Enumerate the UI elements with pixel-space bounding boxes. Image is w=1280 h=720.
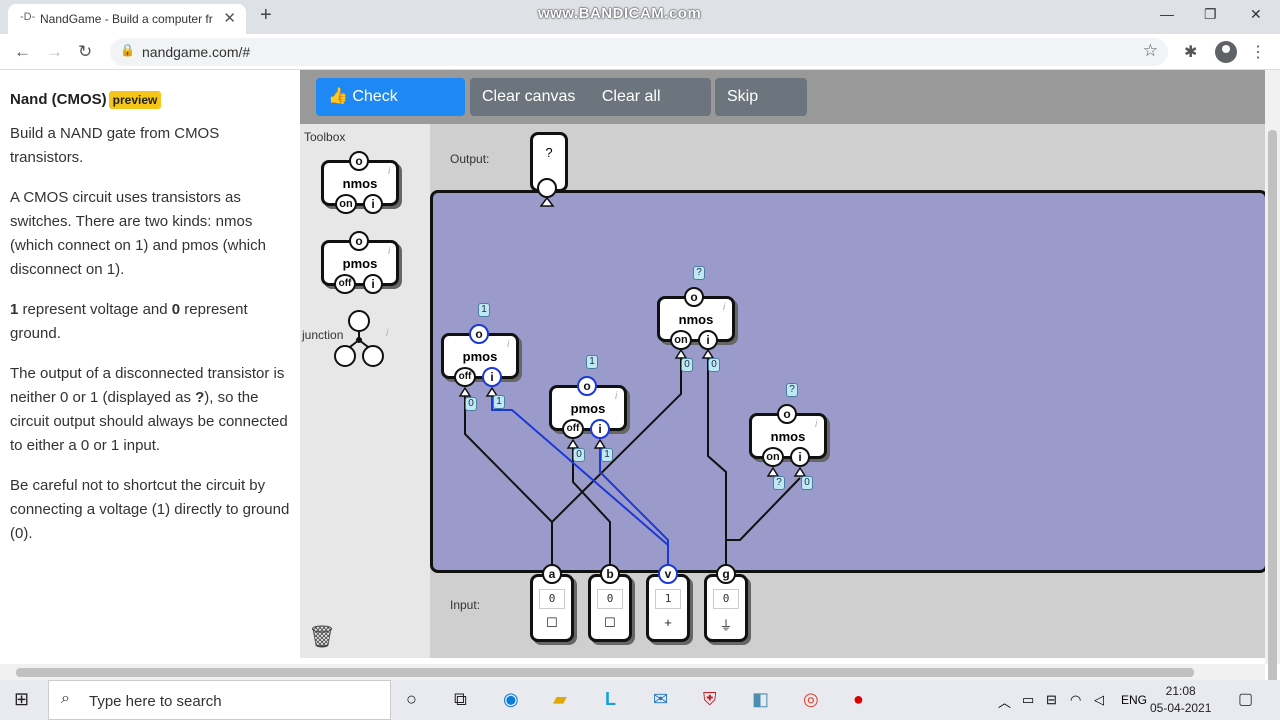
mcafee-icon[interactable]: ⛨ [703,689,717,710]
input-g: 0 ⏚ [704,574,748,642]
horizontal-scrollbar[interactable] [0,664,1265,680]
pmos-1-pin-i[interactable]: i [482,367,502,387]
input-a-toggle[interactable]: ☐ [533,615,571,631]
wire-g-nmos2 [726,477,801,541]
info-icon[interactable]: i [815,419,817,430]
nmos-1-pin-i[interactable]: i [698,330,718,350]
wifi-icon[interactable]: ◠ [1070,692,1081,708]
chrome-icon[interactable]: ◎ [803,689,819,710]
input-a-value: 0 [539,589,565,609]
info-icon[interactable]: i [723,302,725,313]
nmos-2-i-value: 0 [801,476,813,490]
search-icon: ⌕ [61,690,70,707]
nmos-1-pin-o[interactable]: o [684,287,704,307]
file-explorer-icon[interactable]: ▰ [553,689,567,710]
input-g-pin[interactable]: g [716,564,736,584]
pmos-1-label: pmos [462,349,498,364]
nmos-2-pin-o[interactable]: o [777,404,797,424]
nmos-2-pin-on[interactable]: on [762,447,784,467]
nmos-2-out-value: ? [786,383,798,397]
horizontal-scroll-thumb[interactable] [16,668,1194,677]
wire-g-nmos1 [707,356,727,568]
input-a-pin[interactable]: a [542,564,562,584]
windows-start-icon[interactable]: ⊞ [14,689,29,710]
pmos-1-off-value: 0 [465,397,477,411]
tray-icon[interactable]: ▭ [1022,692,1034,708]
pmos-1-pin-off[interactable]: off [454,367,476,387]
input-a: 0 ☐ [530,574,574,642]
input-v: 1 + [646,574,690,642]
vertical-scrollbar[interactable] [1265,70,1280,720]
pmos-1-pin-o[interactable]: o [469,324,489,344]
nmos-1-pin-on[interactable]: on [670,330,692,350]
nmos-1-i-value: 0 [708,358,720,372]
pmos-1-i-value: 1 [493,395,505,409]
nmos-1-label: nmos [678,312,714,327]
clock-time: 21:08 [1165,684,1196,698]
wire-a-pmos1 [464,396,553,568]
pmos-2-label: pmos [570,401,606,416]
input-b-toggle[interactable]: ☐ [591,615,629,631]
volume-icon[interactable]: ◁ [1094,692,1104,708]
tray-chevron-icon[interactable]: ︿ [998,692,1011,711]
app-l-icon[interactable]: L [605,689,616,710]
input-b: 0 ☐ [588,574,632,642]
nmos-1-out-value: ? [693,266,705,280]
nmos-2-pin-i[interactable]: i [790,447,810,467]
search-placeholder: Type here to search [89,693,222,710]
notification-icon[interactable]: ▢ [1238,689,1253,709]
info-icon[interactable]: i [507,339,509,350]
bandicam-record-icon[interactable]: ● [853,689,864,710]
pmos-2-pin-off[interactable]: off [562,419,584,439]
input-v-symbol: + [664,615,672,630]
ground-icon: ⏚ [719,618,733,633]
pmos-2-pin-o[interactable]: o [577,376,597,396]
nmos-1-on-value: 0 [681,358,693,372]
network-icon[interactable]: ⊟ [1046,692,1057,708]
nmos-2-on-value: ? [773,476,785,490]
info-icon[interactable]: i [615,391,617,402]
input-v-pin[interactable]: v [658,564,678,584]
windows-taskbar: ⊞ ⌕ Type here to search ○ ⧉ ◉ ▰ L ✉ ⛨ ◧ … [0,680,1280,720]
clock-date: 05-04-2021 [1150,701,1212,715]
input-v-value: 1 [655,589,681,609]
input-g-value: 0 [713,589,739,609]
app-icon[interactable]: ◧ [752,689,769,710]
pmos-2-i-value: 1 [601,448,613,462]
input-b-pin[interactable]: b [600,564,620,584]
pmos-2-off-value: 0 [573,448,585,462]
pmos-2-pin-i[interactable]: i [590,419,610,439]
wires-layer [458,196,807,568]
nmos-2-label: nmos [770,429,806,444]
task-view-icon[interactable]: ⧉ [454,689,467,710]
vertical-scroll-thumb[interactable] [1268,130,1277,720]
edge-icon[interactable]: ◉ [503,689,519,710]
pmos-2-out-value: 1 [586,355,598,369]
wire-a-nmos1 [551,356,682,523]
taskbar-search[interactable]: ⌕ Type here to search [48,680,391,720]
mail-icon[interactable]: ✉ [653,689,668,710]
cortana-icon[interactable]: ○ [406,689,417,710]
language-indicator[interactable]: ENG [1121,693,1147,707]
pmos-1-out-value: 1 [478,303,490,317]
input-b-value: 0 [597,589,623,609]
clock[interactable]: 21:08 05-04-2021 [1150,683,1211,717]
